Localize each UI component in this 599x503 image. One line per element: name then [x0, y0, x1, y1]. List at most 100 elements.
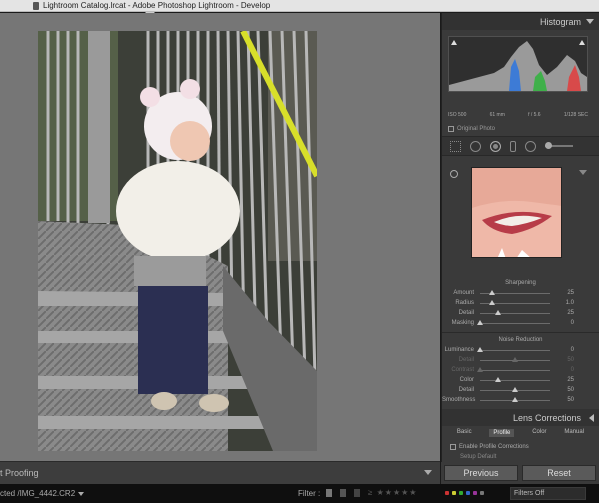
setup-value[interactable]: Default — [477, 454, 496, 460]
sharpening-title: Sharpening — [505, 280, 536, 286]
sharpening-slider-track[interactable] — [480, 309, 550, 315]
enable-profile-corrections[interactable]: Enable Profile Corrections — [442, 440, 599, 454]
noise-reduction-slider-track[interactable] — [480, 396, 550, 402]
filename-label[interactable]: cted /IMG_4442.CR2 — [0, 489, 75, 498]
adjustment-brush-icon[interactable] — [545, 142, 573, 149]
noise-reduction-slider-row: Detail 50 — [442, 355, 599, 365]
sharpening-slider-thumb[interactable] — [494, 309, 501, 315]
sharpening-slider-track[interactable] — [480, 289, 550, 295]
reject-flag-icon[interactable] — [354, 489, 360, 497]
histogram-header[interactable]: Histogram — [442, 13, 599, 30]
enable-profile-checkbox[interactable] — [450, 444, 456, 450]
title-bar: Lightroom Catalog.lrcat - Adobe Photosho… — [0, 0, 599, 12]
noise-reduction-slider-thumb[interactable] — [512, 396, 518, 402]
exif-info: ISO 500 61 mm f / 5.6 1/128 SEC — [448, 112, 588, 118]
noise-reduction-slider-track[interactable] — [480, 356, 550, 362]
gray-label-icon[interactable] — [480, 491, 484, 495]
sharpening-slider-value[interactable]: 0 — [550, 320, 580, 326]
photo-canvas[interactable] — [0, 13, 440, 461]
tab-basic[interactable]: Basic — [457, 429, 472, 437]
noise-reduction-slider-value[interactable]: 50 — [550, 357, 580, 363]
noise-reduction-slider-value[interactable]: 50 — [550, 397, 580, 403]
lens-collapse-icon[interactable] — [589, 414, 594, 422]
crop-tool-icon[interactable] — [450, 140, 461, 152]
noise-reduction-slider-track[interactable] — [477, 366, 550, 372]
filters-dropdown[interactable]: Filters Off — [510, 487, 586, 500]
sharpening-slider-track[interactable] — [480, 299, 550, 305]
red-label-icon[interactable] — [445, 491, 449, 495]
sharpening-slider-value[interactable]: 25 — [550, 290, 580, 296]
detail-zoom-image[interactable] — [471, 167, 562, 258]
sharpening-slider-thumb[interactable] — [488, 289, 495, 295]
tab-profile[interactable]: Profile — [489, 429, 515, 437]
noise-reduction-slider-row: Detail 50 — [442, 385, 599, 395]
tab-manual[interactable]: Manual — [564, 429, 584, 437]
reset-button[interactable]: Reset — [522, 465, 596, 481]
setup-row[interactable]: Setup Default — [442, 454, 599, 460]
sharpening-slider-value[interactable]: 1.0 — [550, 300, 580, 306]
original-photo-toggle[interactable]: Original Photo — [448, 126, 495, 132]
filter-label: Filter : — [298, 489, 321, 498]
blue-label-icon[interactable] — [466, 491, 470, 495]
target-icon[interactable] — [450, 170, 458, 178]
purple-label-icon[interactable] — [473, 491, 477, 495]
highlight-clipping-icon[interactable] — [579, 40, 585, 45]
sharpening-slider-thumb[interactable] — [488, 299, 495, 305]
sharpening-slider-thumb[interactable] — [477, 319, 483, 325]
focal-length: 61 mm — [489, 112, 505, 118]
noise-reduction-slider-track[interactable] — [480, 376, 550, 382]
collapse-icon[interactable] — [586, 19, 594, 24]
sharpening-slider-value[interactable]: 25 — [550, 310, 580, 316]
noise-reduction-slider-label: Smoothness — [442, 397, 476, 403]
noise-reduction-slider-value[interactable]: 25 — [550, 377, 580, 383]
tab-color[interactable]: Color — [532, 429, 546, 437]
sharpening-slider-label: Amount — [453, 290, 474, 296]
noise-reduction-slider-label: Color — [459, 377, 474, 383]
noise-reduction-slider-track[interactable] — [480, 386, 550, 392]
noise-reduction-slider-label: Luminance — [444, 347, 474, 353]
iso-value: ISO 500 — [448, 112, 467, 118]
soft-proofing-bar: t Proofing — [0, 461, 440, 484]
right-panel: Histogram ISO 500 61 mm f / 5.6 1/128 SE… — [441, 13, 599, 484]
color-label-filters[interactable] — [445, 491, 484, 495]
histogram-graph[interactable] — [448, 36, 588, 92]
radial-filter-icon[interactable] — [525, 140, 536, 152]
spot-removal-icon[interactable] — [470, 140, 481, 152]
histogram-title: Histogram — [539, 16, 581, 27]
noise-reduction-slider-thumb[interactable] — [477, 366, 483, 372]
sharpening-slider-track[interactable] — [477, 319, 550, 325]
filename-dropdown-icon[interactable] — [78, 491, 85, 496]
preview-collapse-icon[interactable] — [579, 170, 587, 175]
unflagged-icon[interactable] — [340, 489, 346, 497]
noise-reduction-slider-thumb[interactable] — [477, 346, 483, 352]
noise-reduction-slider-thumb[interactable] — [512, 386, 518, 392]
green-label-icon[interactable] — [459, 491, 463, 495]
graduated-filter-icon[interactable] — [510, 140, 516, 152]
rating-stars-icon[interactable]: ≥ ★★★★★ — [368, 488, 417, 497]
soft-proofing-label[interactable]: t Proofing — [0, 468, 39, 478]
sharpening-slider-row: Detail 25 — [442, 308, 599, 318]
tool-strip — [442, 136, 599, 156]
noise-reduction-slider-row: Contrast 0 — [442, 365, 599, 375]
noise-reduction-slider-track[interactable] — [477, 346, 550, 352]
lens-corrections-header[interactable]: Lens Corrections — [442, 409, 599, 426]
section-divider — [442, 332, 599, 333]
sharpening-slider-label: Masking — [451, 320, 474, 326]
red-eye-icon[interactable] — [490, 140, 501, 152]
original-photo-checkbox[interactable] — [448, 126, 454, 132]
noise-reduction-slider-value[interactable]: 0 — [550, 367, 580, 373]
noise-reduction-sliders: Luminance 0 Detail 50 Contrast 0 Color 25 Detail… — [442, 345, 599, 405]
histogram-panel: ISO 500 61 mm f / 5.6 1/128 SEC Original… — [442, 30, 599, 136]
shadow-clipping-icon[interactable] — [451, 40, 457, 45]
pick-flag-icon[interactable] — [326, 489, 332, 497]
enable-profile-label: Enable Profile Corrections — [459, 444, 529, 450]
noise-reduction-slider-value[interactable]: 0 — [550, 347, 580, 353]
noise-reduction-slider-thumb[interactable] — [512, 356, 518, 362]
yellow-label-icon[interactable] — [452, 491, 456, 495]
noise-reduction-slider-value[interactable]: 50 — [550, 387, 580, 393]
main-photo — [38, 31, 317, 451]
toolbar-menu-icon[interactable] — [424, 470, 432, 475]
noise-reduction-slider-thumb[interactable] — [494, 376, 501, 382]
previous-button[interactable]: Previous — [444, 465, 518, 481]
detail-preview — [442, 164, 599, 276]
